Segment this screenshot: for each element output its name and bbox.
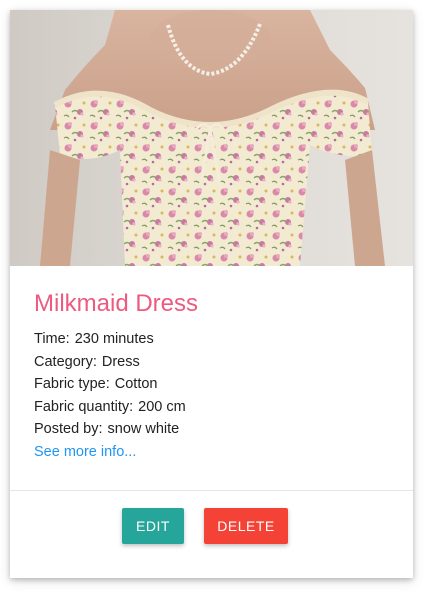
detail-category: Category: Dress [34,351,394,374]
detail-value: snow white [107,421,180,438]
card-title: Milkmaid Dress [34,290,199,317]
edit-button[interactable]: EDIT [122,508,184,544]
see-more-link[interactable]: See more info... [34,444,136,460]
detail-value: 200 cm [138,398,186,415]
detail-label: Fabric quantity: [34,398,134,415]
detail-value: Cotton [114,376,158,393]
detail-label: Fabric type: [34,376,110,393]
detail-fabric-quantity: Fabric quantity: 200 cm [34,396,394,419]
card-divider [10,490,413,491]
detail-label: Time: [34,331,70,347]
product-image [10,10,413,266]
detail-posted-by: Posted by: snow white [34,418,394,441]
detail-value: 230 minutes [74,331,154,347]
product-card: Milkmaid Dress Time: 230 minutes Category… [10,10,413,578]
card-content: Milkmaid Dress Time: 230 minutes Category… [34,288,394,463]
delete-button[interactable]: DELETE [204,508,288,544]
detail-value: Dress [101,353,140,370]
detail-fabric-type: Fabric type: Cotton [34,373,394,396]
detail-time: Time: 230 minutes [34,328,394,351]
detail-label: Category: [34,353,97,370]
detail-label: Posted by: [34,421,103,438]
